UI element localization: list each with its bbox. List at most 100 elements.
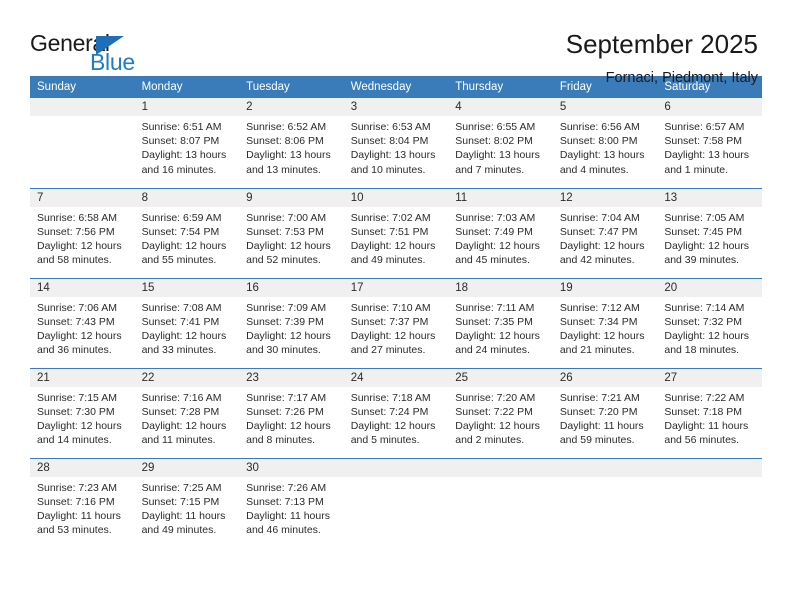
calendar-day-cell[interactable]: 20 Sunrise: 7:14 AM Sunset: 7:32 PM Dayligh… <box>657 277 762 368</box>
calendar-day-cell[interactable]: 17 Sunrise: 7:10 AM Sunset: 7:37 PM Dayligh… <box>343 277 449 368</box>
calendar-day-cell[interactable]: 19 Sunrise: 7:12 AM Sunset: 7:34 PM Dayligh… <box>552 277 658 368</box>
calendar-day-cell[interactable]: 25 Sunrise: 7:20 AM Sunset: 7:22 PM Dayligh… <box>448 367 553 458</box>
calendar-day-cell[interactable]: 2 Sunrise: 6:52 AM Sunset: 8:06 PM Daylight… <box>239 98 344 188</box>
sunrise-text: Sunrise: 7:26 AM <box>246 481 327 494</box>
calendar-day-cell[interactable]: 8 Sunrise: 6:59 AM Sunset: 7:54 PM Daylight… <box>134 187 240 278</box>
sunset-text: Sunset: 7:22 PM <box>455 405 533 418</box>
calendar-day-cell[interactable]: 26 Sunrise: 7:21 AM Sunset: 7:20 PM Dayligh… <box>552 367 658 458</box>
sunrise-text: Sunrise: 6:55 AM <box>455 121 536 133</box>
sunrise-text: Sunrise: 7:22 AM <box>664 391 745 404</box>
calendar-day-cell <box>552 457 658 548</box>
day-number <box>30 98 135 116</box>
sunrise-text: Sunrise: 6:52 AM <box>246 121 327 133</box>
day-number: 6 <box>657 98 762 116</box>
day-number: 27 <box>657 368 762 387</box>
sunset-text: Sunset: 7:43 PM <box>37 315 115 328</box>
calendar-day-cell[interactable]: 13 Sunrise: 7:05 AM Sunset: 7:45 PM Dayligh… <box>657 187 762 278</box>
calendar-day-cell[interactable]: 5 Sunrise: 6:56 AM Sunset: 8:00 PM Daylight… <box>552 98 658 188</box>
daylight-text: Daylight: 11 hours and 46 minutes. <box>246 509 330 537</box>
daylight-text: Daylight: 12 hours and 5 minutes. <box>350 419 436 447</box>
sunset-text: Sunset: 7:28 PM <box>141 405 220 418</box>
calendar-day-cell[interactable]: 7 Sunrise: 6:58 AM Sunset: 7:56 PM Daylight… <box>30 187 135 278</box>
day-number: 5 <box>552 98 658 116</box>
calendar-day-cell[interactable]: 10 Sunrise: 7:02 AM Sunset: 7:51 PM Dayligh… <box>343 187 449 278</box>
day-details: Sunrise: 7:17 AM Sunset: 7:26 PM Daylight:… <box>239 387 344 448</box>
calendar-day-cell[interactable]: 12 Sunrise: 7:04 AM Sunset: 7:47 PM Dayligh… <box>552 187 658 278</box>
day-details: Sunrise: 7:25 AM Sunset: 7:15 PM Daylight:… <box>135 477 240 538</box>
calendar-day-cell[interactable]: 22 Sunrise: 7:16 AM Sunset: 7:28 PM Dayligh… <box>134 367 240 458</box>
calendar-day-cell[interactable]: 27 Sunrise: 7:22 AM Sunset: 7:18 PM Dayligh… <box>657 367 762 458</box>
calendar-day-cell[interactable]: 1 Sunrise: 6:51 AM Sunset: 8:07 PM Daylight… <box>134 98 240 188</box>
sunrise-text: Sunrise: 6:56 AM <box>559 121 640 133</box>
sunrise-text: Sunrise: 6:57 AM <box>664 121 745 133</box>
daylight-text: Daylight: 12 hours and 33 minutes. <box>141 329 227 357</box>
day-number: 4 <box>448 98 553 116</box>
calendar-day-cell[interactable]: 9 Sunrise: 7:00 AM Sunset: 7:53 PM Daylight… <box>239 187 344 278</box>
day-details: Sunrise: 7:21 AM Sunset: 7:20 PM Daylight:… <box>553 387 658 448</box>
day-number: 15 <box>134 278 240 297</box>
calendar-day-cell[interactable]: 18 Sunrise: 7:11 AM Sunset: 7:35 PM Dayligh… <box>448 277 553 368</box>
sunset-text: Sunset: 8:04 PM <box>350 135 429 148</box>
calendar-day-cell[interactable]: 14 Sunrise: 7:06 AM Sunset: 7:43 PM Dayligh… <box>30 277 135 368</box>
day-number: 7 <box>30 188 135 207</box>
sunrise-text: Sunrise: 7:20 AM <box>455 391 536 404</box>
calendar-day-cell[interactable]: 16 Sunrise: 7:09 AM Sunset: 7:39 PM Dayligh… <box>239 277 344 368</box>
daylight-text: Daylight: 13 hours and 13 minutes. <box>246 149 331 176</box>
calendar-day-cell[interactable]: 15 Sunrise: 7:08 AM Sunset: 7:41 PM Dayligh… <box>134 277 240 368</box>
daylight-text: Daylight: 12 hours and 24 minutes. <box>455 329 540 357</box>
day-details: Sunrise: 7:26 AM Sunset: 7:13 PM Daylight:… <box>239 477 344 538</box>
sunset-text: Sunset: 7:35 PM <box>455 315 533 328</box>
day-details: Sunrise: 6:58 AM Sunset: 7:56 PM Daylight:… <box>30 207 135 268</box>
calendar-table: Sunday Monday Tuesday Wednesday Thursday… <box>30 76 762 548</box>
sunrise-text: Sunrise: 7:02 AM <box>350 211 431 224</box>
day-details: Sunrise: 6:51 AM Sunset: 8:07 PM Daylight:… <box>135 116 240 177</box>
calendar-day-cell[interactable]: 6 Sunrise: 6:57 AM Sunset: 7:58 PM Daylight… <box>657 98 762 188</box>
daylight-text: Daylight: 12 hours and 36 minutes. <box>37 329 122 357</box>
sunrise-text: Sunrise: 7:09 AM <box>246 301 327 314</box>
sunset-text: Sunset: 7:51 PM <box>350 225 429 238</box>
calendar-day-cell[interactable]: 29 Sunrise: 7:25 AM Sunset: 7:15 PM Dayligh… <box>134 457 240 548</box>
sunrise-text: Sunrise: 7:10 AM <box>350 301 431 314</box>
calendar-day-cell[interactable]: 30 Sunrise: 7:26 AM Sunset: 7:13 PM Dayligh… <box>239 457 344 548</box>
sunset-text: Sunset: 7:56 PM <box>37 225 115 238</box>
day-details: Sunrise: 7:22 AM Sunset: 7:18 PM Daylight:… <box>657 387 762 448</box>
daylight-text: Daylight: 12 hours and 58 minutes. <box>37 239 122 267</box>
day-details: Sunrise: 7:16 AM Sunset: 7:28 PM Daylight:… <box>135 387 240 448</box>
sunset-text: Sunset: 7:32 PM <box>664 315 743 328</box>
day-number <box>343 458 449 477</box>
calendar-day-cell[interactable]: 21 Sunrise: 7:15 AM Sunset: 7:30 PM Dayligh… <box>30 367 135 458</box>
calendar-day-cell[interactable]: 28 Sunrise: 7:23 AM Sunset: 7:16 PM Dayligh… <box>30 457 135 548</box>
page-title: September 2025 <box>565 29 758 59</box>
sunrise-text: Sunrise: 7:03 AM <box>455 211 536 224</box>
day-details: Sunrise: 7:03 AM Sunset: 7:49 PM Daylight:… <box>448 207 553 268</box>
calendar-day-cell <box>657 457 762 548</box>
day-number: 30 <box>239 458 344 477</box>
calendar-day-cell <box>343 457 449 548</box>
day-number: 29 <box>134 458 240 477</box>
day-details: Sunrise: 7:00 AM Sunset: 7:53 PM Daylight:… <box>239 207 344 268</box>
day-number: 8 <box>134 188 240 207</box>
day-details: Sunrise: 7:12 AM Sunset: 7:34 PM Daylight:… <box>553 297 658 358</box>
sunrise-text: Sunrise: 7:23 AM <box>37 481 117 494</box>
sunset-text: Sunset: 8:00 PM <box>559 135 638 148</box>
weekday-header-thursday: Thursday <box>448 76 553 98</box>
calendar-day-cell[interactable]: 4 Sunrise: 6:55 AM Sunset: 8:02 PM Daylight… <box>448 98 553 188</box>
day-number: 11 <box>448 188 553 207</box>
calendar-day-cell[interactable]: 11 Sunrise: 7:03 AM Sunset: 7:49 PM Dayligh… <box>448 187 553 278</box>
daylight-text: Daylight: 12 hours and 39 minutes. <box>664 239 750 267</box>
sunset-text: Sunset: 7:15 PM <box>141 495 220 508</box>
day-number: 16 <box>239 278 344 297</box>
calendar-day-cell[interactable]: 23 Sunrise: 7:17 AM Sunset: 7:26 PM Dayligh… <box>239 367 344 458</box>
day-number: 19 <box>552 278 658 297</box>
sunrise-text: Sunrise: 7:14 AM <box>664 301 745 314</box>
sunset-text: Sunset: 7:49 PM <box>455 225 533 238</box>
day-details: Sunrise: 7:15 AM Sunset: 7:30 PM Daylight:… <box>30 387 135 448</box>
calendar-day-cell[interactable]: 3 Sunrise: 6:53 AM Sunset: 8:04 PM Daylight… <box>343 98 449 188</box>
sunset-text: Sunset: 7:53 PM <box>246 225 324 238</box>
day-number <box>552 458 658 477</box>
day-details: Sunrise: 7:09 AM Sunset: 7:39 PM Daylight:… <box>239 297 344 358</box>
sunrise-text: Sunrise: 6:51 AM <box>141 121 222 133</box>
day-number: 12 <box>552 188 658 207</box>
calendar-day-cell[interactable]: 24 Sunrise: 7:18 AM Sunset: 7:24 PM Dayligh… <box>343 367 449 458</box>
day-details: Sunrise: 6:55 AM Sunset: 8:02 PM Daylight:… <box>448 116 553 177</box>
